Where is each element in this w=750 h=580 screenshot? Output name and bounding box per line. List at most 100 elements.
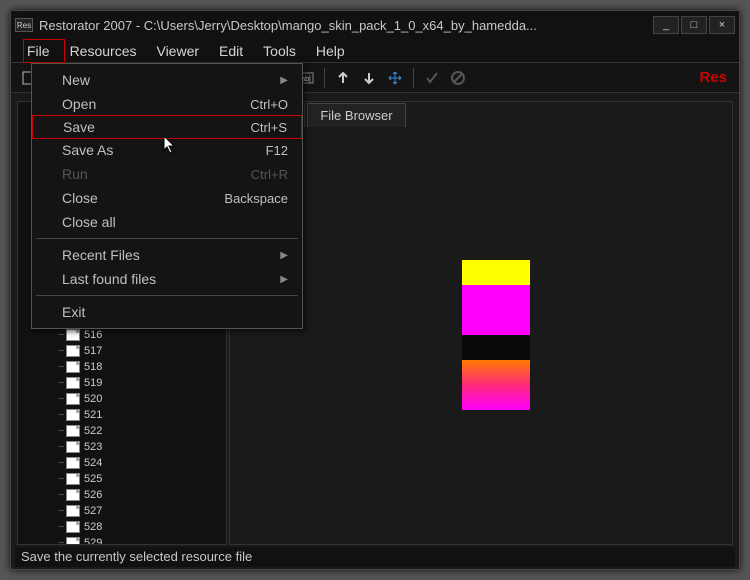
tree-connector: ┈	[58, 394, 63, 405]
menu-label: New	[62, 72, 90, 88]
tree-connector: ┈	[58, 458, 63, 469]
tree-item-label: 520	[84, 393, 102, 405]
bitmap-icon	[66, 377, 80, 389]
tree-item[interactable]: ┈518	[58, 359, 102, 375]
tree-item[interactable]: ┈526	[58, 487, 102, 503]
tree-connector: ┈	[58, 346, 63, 357]
menu-tools[interactable]: Tools	[253, 41, 306, 61]
tree-item-label: 517	[84, 345, 102, 357]
bitmap-icon	[66, 441, 80, 453]
menu-shortcut: Ctrl+R	[251, 167, 288, 182]
tree-item[interactable]: ┈ 522	[58, 423, 102, 439]
app-window: Res Restorator 2007 - C:\Users\Jerry\Des…	[10, 10, 740, 570]
tree-item-label: 524	[84, 457, 102, 469]
file-menu-close-all[interactable]: Close all	[32, 210, 302, 234]
menu-label: Recent Files	[62, 247, 140, 263]
bitmap-icon	[66, 345, 80, 357]
file-menu-close[interactable]: Close Backspace	[32, 186, 302, 210]
menu-label: Save As	[62, 142, 113, 158]
tree-connector: ┈	[58, 378, 63, 389]
tree-item-label: 516	[84, 329, 102, 341]
menu-resources[interactable]: Resources	[60, 41, 147, 61]
file-menu-recent[interactable]: Recent Files ▶	[32, 243, 302, 267]
color-swatch	[462, 260, 530, 285]
tree-connector: ┈	[58, 474, 63, 485]
tree-connector: ┈	[58, 330, 63, 341]
tree-item[interactable]: ┈ 524	[58, 455, 102, 471]
color-swatch	[462, 360, 530, 385]
tree-item[interactable]: ┈ 520	[58, 391, 102, 407]
menu-shortcut: Ctrl+O	[250, 97, 288, 112]
menu-viewer[interactable]: Viewer	[146, 41, 209, 61]
menu-shortcut: F12	[266, 143, 288, 158]
tree-item-label: 525	[84, 473, 102, 485]
menu-help[interactable]: Help	[306, 41, 355, 61]
tree-item-label: 526	[84, 489, 102, 501]
menu-label: Exit	[62, 304, 85, 320]
tree-connector: ┈	[58, 410, 63, 421]
tree-item[interactable]: ┈ 525	[58, 471, 102, 487]
tree-item[interactable]: ┈519	[58, 375, 102, 391]
submenu-arrow-icon: ▶	[280, 274, 288, 285]
file-menu-save[interactable]: Save Ctrl+S	[32, 115, 302, 139]
tree-item[interactable]: ┈523	[58, 439, 102, 455]
move-icon[interactable]	[384, 67, 406, 89]
tab-file-browser[interactable]: File Browser	[307, 103, 405, 127]
tree-item-label: 522	[84, 425, 102, 437]
bitmap-icon	[66, 361, 80, 373]
bitmap-icon	[66, 393, 80, 405]
minimize-button[interactable]: _	[653, 16, 679, 34]
titlebar: Res Restorator 2007 - C:\Users\Jerry\Des…	[11, 11, 739, 39]
window-controls: _ □ ×	[653, 16, 735, 34]
maximize-button[interactable]: □	[681, 16, 707, 34]
submenu-arrow-icon: ▶	[280, 250, 288, 261]
color-swatch	[462, 310, 530, 335]
tree-connector: ┈	[58, 538, 63, 546]
status-bar: Save the currently selected resource fil…	[15, 547, 735, 567]
export-icon[interactable]	[332, 67, 354, 89]
menu-label: Run	[62, 166, 88, 182]
bitmap-icon	[66, 409, 80, 421]
file-menu-last-found[interactable]: Last found files ▶	[32, 267, 302, 291]
menubar: File Resources Viewer Edit Tools Help	[11, 39, 739, 63]
tree-item[interactable]: ┈ 528	[58, 519, 102, 535]
tree-item[interactable]: ┈ 521	[58, 407, 102, 423]
tree-item[interactable]: ┈527	[58, 503, 102, 519]
tree-item-label: 528	[84, 521, 102, 533]
file-menu-dropdown: New ▶ Open Ctrl+O Save Ctrl+S Save As F1…	[31, 63, 303, 329]
tree-connector: ┈	[58, 442, 63, 453]
app-icon: Res	[15, 18, 33, 32]
menu-separator	[36, 238, 298, 239]
file-menu-exit[interactable]: Exit	[32, 300, 302, 324]
svg-text:ab|: ab|	[302, 76, 312, 83]
menu-edit[interactable]: Edit	[209, 41, 253, 61]
import-icon[interactable]	[358, 67, 380, 89]
check-icon[interactable]	[421, 67, 443, 89]
menu-label: Save	[63, 119, 95, 135]
viewer-pane	[229, 101, 733, 545]
tree-item[interactable]: ┈ 529	[58, 535, 102, 545]
bitmap-icon	[66, 537, 80, 545]
tree-connector: ┈	[58, 426, 63, 437]
file-menu-new[interactable]: New ▶	[32, 68, 302, 92]
tree-item-label: 521	[84, 409, 102, 421]
tree-item-label: 529	[84, 537, 102, 545]
close-button[interactable]: ×	[709, 16, 735, 34]
tree-connector: ┈	[58, 362, 63, 373]
cancel-icon[interactable]	[447, 67, 469, 89]
tree-connector: ┈	[58, 522, 63, 533]
bitmap-icon	[66, 521, 80, 533]
resource-tree-list: ┈516┈517┈518┈519┈520┈521┈522┈523┈524┈525…	[58, 327, 102, 545]
tree-item[interactable]: ┈ 517	[58, 343, 102, 359]
menu-separator	[36, 295, 298, 296]
bitmap-icon	[66, 329, 80, 341]
toolbar-separator	[324, 68, 325, 88]
toolbar-separator	[413, 68, 414, 88]
menu-file[interactable]: File	[17, 41, 60, 61]
file-menu-open[interactable]: Open Ctrl+O	[32, 92, 302, 116]
bitmap-icon	[66, 505, 80, 517]
menu-label: Open	[62, 96, 96, 112]
tree-item[interactable]: ┈ 516	[58, 327, 102, 343]
file-menu-save-as[interactable]: Save As F12	[32, 138, 302, 162]
color-swatch	[462, 385, 530, 410]
